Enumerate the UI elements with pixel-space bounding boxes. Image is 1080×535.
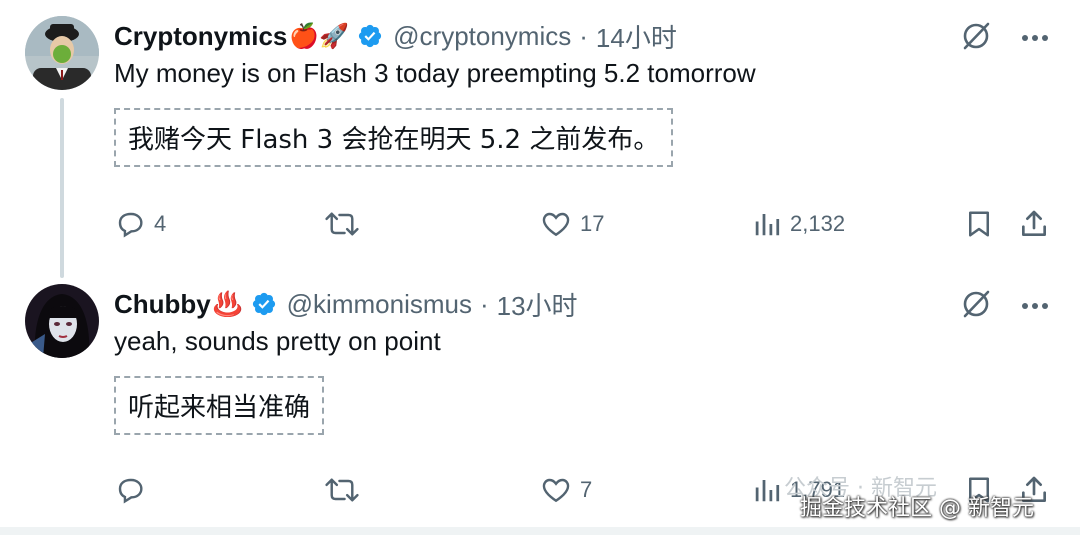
heart-icon — [542, 212, 570, 237]
user-handle[interactable]: @kimmonismus — [287, 289, 472, 320]
reply-button[interactable] — [114, 474, 154, 506]
tweet-text: yeah, sounds pretty on point — [114, 326, 441, 356]
tweet-cryptonymics[interactable]: Cryptonymics 🍎🚀 @cryptonymics · 14小时 My … — [0, 0, 1080, 278]
bookmark-icon — [969, 211, 989, 237]
tweet-text: My money is on Flash 3 today preempting … — [114, 58, 756, 88]
avatar[interactable] — [25, 16, 99, 90]
tweet-top-icons — [960, 288, 1050, 325]
separator: · — [479, 288, 489, 319]
verified-badge-icon — [251, 291, 277, 317]
reply-button[interactable]: 4 — [114, 208, 166, 240]
separator: · — [579, 20, 588, 51]
avatar[interactable] — [25, 284, 99, 358]
share-button[interactable] — [1018, 208, 1050, 240]
retweet-icon — [325, 212, 359, 236]
grok-icon[interactable] — [960, 288, 992, 325]
like-button[interactable]: 7 — [540, 474, 592, 506]
more-options-icon[interactable] — [1020, 298, 1050, 316]
translation-box: 我赌今天 Flash 3 会抢在明天 5.2 之前发布。 — [114, 108, 674, 167]
like-count: 17 — [580, 211, 605, 236]
tweet-actions: 4 17 2,132 — [0, 200, 1080, 250]
heart-icon — [542, 478, 570, 503]
display-name[interactable]: Cryptonymics — [114, 21, 287, 52]
tweet-header: Chubby ♨️ @kimmonismus · 13小时 — [114, 286, 578, 322]
timestamp[interactable]: 13小时 — [497, 286, 578, 323]
display-name[interactable]: Chubby — [114, 289, 211, 320]
views-button[interactable]: 2,132 — [752, 208, 845, 240]
thread-line — [60, 98, 64, 278]
like-count: 7 — [580, 477, 593, 502]
timestamp[interactable]: 14小时 — [596, 18, 677, 55]
share-icon — [1022, 210, 1046, 236]
name-emoji: ♨️ — [212, 290, 243, 318]
reply-icon — [118, 212, 143, 238]
analytics-icon — [755, 214, 780, 236]
name-emoji: 🍎🚀 — [289, 22, 350, 50]
retweet-icon — [325, 478, 359, 502]
tweet-top-icons — [960, 20, 1050, 57]
verified-badge-icon — [357, 23, 383, 49]
reply-count: 4 — [154, 211, 167, 236]
more-options-icon[interactable] — [1020, 30, 1050, 48]
translation-box: 听起来相当准确 — [114, 376, 325, 435]
like-button[interactable]: 17 — [540, 208, 604, 240]
analytics-icon — [755, 480, 780, 502]
reply-icon — [118, 478, 143, 504]
footer-divider — [0, 527, 1080, 535]
grok-icon[interactable] — [960, 20, 992, 57]
retweet-button[interactable] — [324, 208, 368, 240]
user-handle[interactable]: @cryptonymics — [393, 21, 571, 52]
view-count: 2,132 — [790, 211, 846, 236]
bookmark-button[interactable] — [964, 208, 994, 240]
retweet-button[interactable] — [324, 474, 368, 506]
watermark-juejin: 掘金技术社区 @ 新智元 — [800, 496, 1034, 521]
tweet-header: Cryptonymics 🍎🚀 @cryptonymics · 14小时 — [114, 18, 677, 54]
